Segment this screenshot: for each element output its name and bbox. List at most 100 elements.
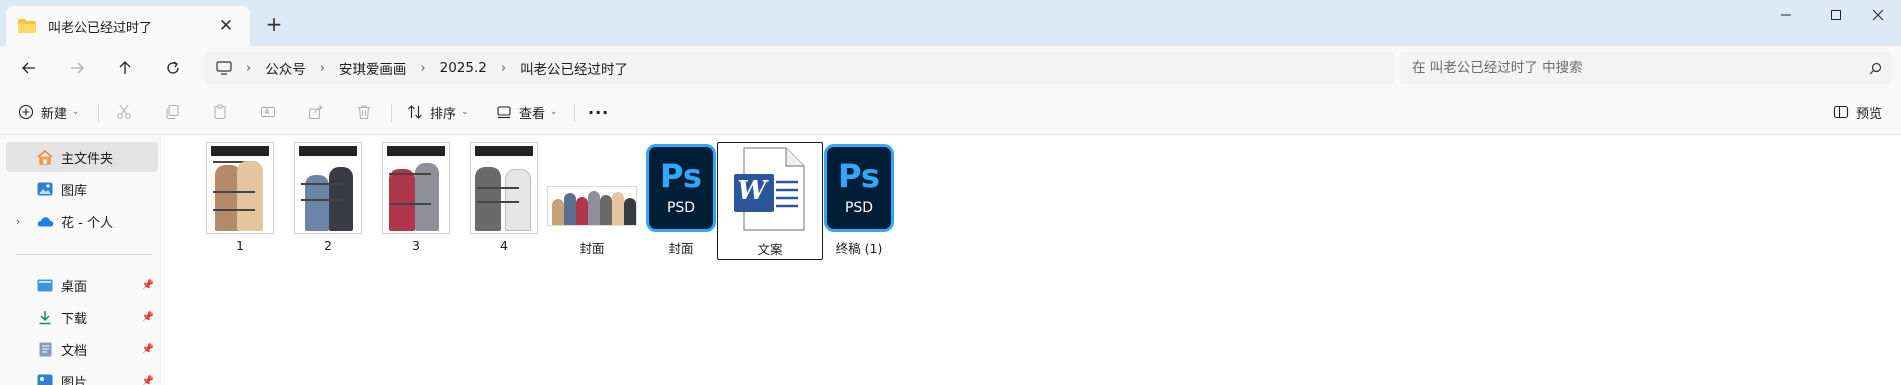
file-item[interactable]: Ps PSD 终稿 (1)	[806, 142, 912, 260]
file-list: 1 2 3 4 封面 Ps PSD 封面 W 文案 Ps PSD 终稿 (1)	[161, 136, 1901, 385]
divider	[574, 104, 575, 122]
comic-thumbnail-image	[470, 142, 538, 234]
download-icon	[36, 309, 54, 325]
forward-icon[interactable]	[62, 54, 92, 82]
tab-current-folder[interactable]: 叫老公已经过时了 ✕	[6, 6, 250, 46]
sidebar-item-label: 文档	[61, 343, 88, 359]
title-bar: 叫老公已经过时了 ✕ +	[0, 0, 1901, 46]
up-icon[interactable]	[110, 54, 140, 82]
word-file-icon: W	[720, 143, 820, 235]
this-pc-icon[interactable]	[216, 61, 232, 75]
breadcrumb-separator[interactable]: ›	[420, 61, 425, 76]
copy-icon	[166, 105, 179, 119]
divider	[98, 104, 99, 122]
sidebar-item-downloads[interactable]: 下载 📌	[6, 302, 158, 332]
sidebar-item-home[interactable]: 主文件夹	[6, 142, 158, 172]
chevron-down-icon: ⌄	[550, 107, 558, 117]
breadcrumb-item[interactable]: 安琪爱画画	[339, 58, 407, 78]
sidebar-item-documents[interactable]: 文档 📌	[6, 334, 158, 364]
file-name: 终稿 (1)	[835, 241, 883, 256]
view-label: 查看	[519, 106, 546, 122]
photoshop-file-icon: Ps PSD	[631, 142, 731, 234]
preview-label: 预览	[1856, 106, 1883, 122]
share-button[interactable]	[308, 98, 324, 126]
gallery-icon	[36, 181, 54, 197]
file-name: 封面	[579, 241, 605, 256]
sidebar-item-label: 桌面	[61, 279, 88, 295]
pin-icon[interactable]: 📌	[142, 280, 154, 291]
copy-button[interactable]	[164, 98, 180, 126]
rename-icon	[261, 107, 275, 117]
sidebar-item-label: 主文件夹	[61, 151, 114, 167]
new-label: 新建	[41, 106, 68, 122]
sidebar-item-pictures[interactable]: 图片 📌	[6, 366, 158, 385]
breadcrumb-item[interactable]: 2025.2	[440, 60, 487, 76]
chevron-right-icon[interactable]: ›	[16, 215, 20, 228]
maximize-icon[interactable]	[1813, 0, 1859, 30]
view-button[interactable]: 查看 ⌄	[496, 98, 558, 126]
comic-thumbnail-image	[294, 142, 362, 234]
pin-icon[interactable]: 📌	[142, 312, 154, 323]
search-input[interactable]	[1412, 60, 1858, 76]
file-name: 1	[236, 238, 244, 253]
photoshop-file-icon: Ps PSD	[809, 142, 909, 234]
paste-icon	[214, 104, 226, 119]
file-name: 4	[500, 238, 508, 253]
sidebar-item-desktop[interactable]: 桌面 📌	[6, 270, 158, 300]
navigation-pane: 主文件夹 图库 › 花 - 个人 桌面 📌 下载 📌 文档 📌 图片 📌	[0, 136, 160, 385]
word-logo-text: W	[737, 176, 767, 206]
close-window-icon[interactable]	[1855, 0, 1901, 30]
sidebar-item-gallery[interactable]: 图库	[6, 174, 158, 204]
pictures-icon	[36, 373, 54, 385]
file-name: 3	[412, 238, 420, 253]
paste-button[interactable]	[212, 98, 228, 126]
view-icon	[497, 106, 511, 119]
new-tab-button[interactable]: +	[262, 12, 286, 36]
search-box[interactable]	[1400, 52, 1892, 84]
breadcrumb-separator[interactable]: ›	[320, 61, 325, 76]
file-name: 2	[324, 238, 332, 253]
preview-pane-button[interactable]: 预览	[1833, 98, 1882, 126]
sidebar-item-label: 下载	[61, 311, 88, 327]
image-thumbnail	[542, 142, 642, 234]
home-icon	[36, 149, 54, 165]
sidebar-item-onedrive[interactable]: › 花 - 个人	[6, 206, 158, 236]
refresh-icon[interactable]	[158, 54, 188, 82]
pin-icon[interactable]: 📌	[142, 376, 154, 385]
divider	[16, 254, 152, 255]
back-icon[interactable]	[14, 54, 44, 82]
comic-thumbnail-image	[382, 142, 450, 234]
sidebar-item-label: 花 - 个人	[61, 215, 113, 231]
plus-circle-icon	[18, 104, 34, 120]
close-tab-icon[interactable]: ✕	[214, 14, 238, 38]
folder-icon	[18, 19, 36, 33]
psd-label: PSD	[666, 200, 696, 216]
ps-logo-text: Ps	[838, 157, 880, 195]
file-name: 封面	[668, 241, 694, 256]
sort-button[interactable]: 排序 ⌄	[407, 98, 469, 126]
preview-pane-icon	[1833, 105, 1849, 119]
cut-button[interactable]	[116, 98, 132, 126]
sort-icon	[408, 105, 422, 119]
command-bar: 新建 ⌄ 排序 ⌄ 查看 ⌄ ··· 预览	[0, 90, 1901, 135]
rename-button[interactable]	[260, 98, 276, 126]
ps-logo-text: Ps	[660, 157, 702, 195]
file-name: 文案	[757, 242, 783, 257]
breadcrumb-item-current[interactable]: 叫老公已经过时了	[520, 58, 628, 78]
psd-label: PSD	[844, 200, 874, 216]
tab-title: 叫老公已经过时了	[48, 20, 153, 36]
sidebar-item-label: 图片	[61, 375, 88, 385]
new-button[interactable]: 新建 ⌄	[18, 98, 80, 126]
cover-thumbnail-image	[547, 186, 637, 226]
delete-button[interactable]	[356, 98, 372, 126]
address-bar[interactable]: › 公众号 › 安琪爱画画 › 2025.2 › 叫老公已经过时了	[204, 52, 1394, 84]
more-options-button[interactable]: ···	[588, 98, 609, 126]
breadcrumb-separator[interactable]: ›	[246, 61, 251, 76]
chevron-down-icon: ⌄	[72, 107, 80, 117]
minimize-icon[interactable]	[1763, 0, 1809, 30]
breadcrumb-separator[interactable]: ›	[501, 61, 506, 76]
pin-icon[interactable]: 📌	[142, 344, 154, 355]
breadcrumb-item[interactable]: 公众号	[265, 58, 306, 78]
search-icon[interactable]	[1858, 62, 1892, 75]
cut-icon	[117, 104, 131, 119]
